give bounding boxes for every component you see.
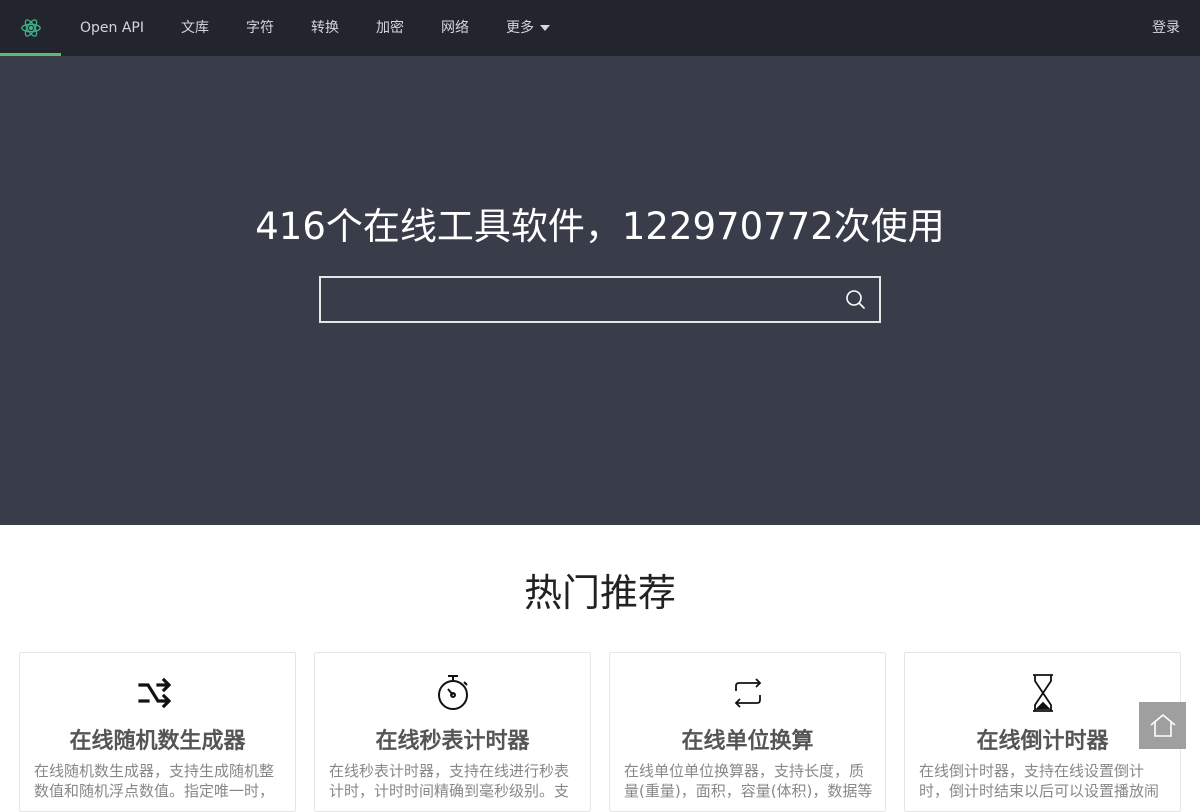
card-description: 在线单位单位换算器，支持长度，质量(重量)，面积，容量(体积)，数据等: [624, 762, 873, 800]
nav-item-open-api[interactable]: Open API: [61, 0, 162, 56]
nav-item-label: 加密: [376, 20, 404, 36]
nav-item-jiami[interactable]: 加密: [357, 0, 422, 56]
card-icon-wrap: [20, 673, 295, 713]
nav-item-more[interactable]: 更多: [487, 0, 568, 56]
login-link[interactable]: 登录: [1152, 0, 1180, 56]
card-description: 在线倒计时器，支持在线设置倒计时，倒计时结束以后可以设置播放闹: [919, 762, 1160, 800]
top-navbar: Open API 文库 字符 转换 加密 网络 更多 登录: [0, 0, 1200, 56]
card-description: 在线随机数生成器，支持生成随机整数值和随机浮点数值。指定唯一时，: [34, 762, 275, 800]
nav-item-label: 字符: [246, 20, 274, 36]
search-box: [319, 276, 881, 323]
tool-card[interactable]: 在线单位换算 在线单位单位换算器，支持长度，质量(重量)，面积，容量(体积)，数…: [609, 652, 886, 812]
tool-card[interactable]: 在线随机数生成器 在线随机数生成器，支持生成随机整数值和随机浮点数值。指定唯一时…: [19, 652, 296, 812]
caret-down-icon: [540, 25, 550, 31]
hero-title: 416个在线工具软件，122970772次使用: [255, 205, 945, 248]
search-button[interactable]: [843, 287, 867, 311]
nav-item-label: Open API: [80, 20, 144, 36]
card-title: 在线随机数生成器: [69, 729, 246, 754]
nav-item-wangluo[interactable]: 网络: [422, 0, 487, 56]
card-icon-wrap: [610, 673, 885, 713]
nav-item-zifu[interactable]: 字符: [227, 0, 292, 56]
card-icon-wrap: [315, 673, 590, 713]
nav-item-wenku[interactable]: 文库: [162, 0, 227, 56]
recommended-cards: 在线随机数生成器 在线随机数生成器，支持生成随机整数值和随机浮点数值。指定唯一时…: [19, 652, 1181, 812]
search-input[interactable]: [321, 278, 821, 321]
section-title: 热门推荐: [523, 571, 676, 615]
stopwatch-icon: [437, 675, 468, 710]
nav-item-label: 转换: [311, 20, 339, 36]
home-icon: [1149, 713, 1176, 737]
nav-item-label: 更多: [506, 20, 534, 36]
nav-item-label: 文库: [181, 20, 209, 36]
shuffle-icon: [137, 677, 171, 709]
card-description: 在线秒表计时器，支持在线进行秒表计时，计时时间精确到毫秒级别。支: [329, 762, 570, 800]
site-logo[interactable]: [0, 0, 61, 56]
nav-item-zhuanhuan[interactable]: 转换: [292, 0, 357, 56]
card-title: 在线单位换算: [681, 729, 814, 754]
repeat-icon: [734, 678, 761, 708]
nav-menu: Open API 文库 字符 转换 加密 网络 更多: [61, 0, 568, 56]
atom-logo-icon: [20, 19, 41, 37]
nav-item-label: 网络: [441, 20, 469, 36]
hourglass-icon: [1032, 674, 1053, 712]
card-title: 在线秒表计时器: [375, 729, 530, 754]
tool-card[interactable]: 在线秒表计时器 在线秒表计时器，支持在线进行秒表计时，计时时间精确到毫秒级别。支: [314, 652, 591, 812]
search-icon: [846, 290, 865, 309]
hero-banner: 416个在线工具软件，122970772次使用: [0, 56, 1200, 525]
back-to-top-button[interactable]: [1139, 702, 1186, 749]
